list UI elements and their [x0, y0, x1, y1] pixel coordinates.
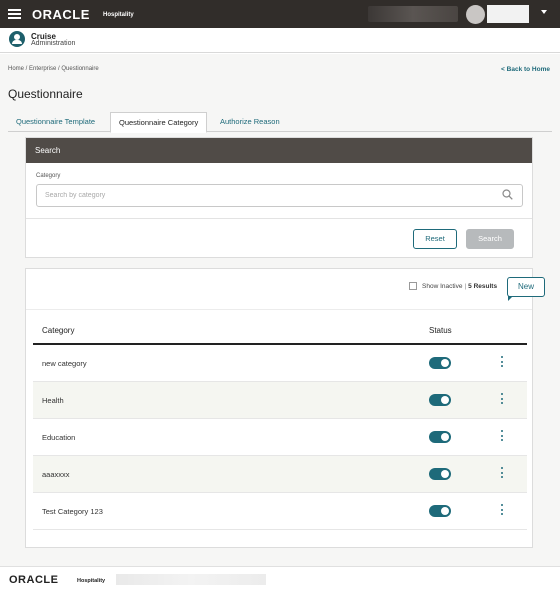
more-actions-icon[interactable]	[499, 356, 505, 370]
category-name: Test Category 123	[42, 507, 103, 516]
results-panel: Show Inactive | 5 Results New Category S…	[25, 268, 545, 548]
tab-questionnaire-template[interactable]: Questionnaire Template	[8, 112, 103, 132]
breadcrumb[interactable]: Home / Enterprise / Questionnaire	[8, 66, 99, 72]
table-header: Category Status	[33, 315, 527, 345]
user-icon	[9, 31, 25, 47]
column-header-status[interactable]: Status	[429, 326, 452, 335]
show-inactive-label[interactable]: Show Inactive	[422, 283, 462, 290]
footer: ORACLE Hospitality	[0, 566, 560, 591]
category-search-input[interactable]	[36, 184, 523, 207]
back-to-home-link[interactable]: < Back to Home	[501, 66, 550, 73]
tab-questionnaire-category[interactable]: Questionnaire Category	[110, 112, 208, 133]
search-button[interactable]: Search	[466, 229, 514, 249]
show-inactive-checkbox[interactable]	[409, 282, 417, 290]
category-name: new category	[42, 359, 87, 368]
status-toggle[interactable]	[429, 394, 451, 406]
chevron-down-icon[interactable]	[541, 10, 547, 14]
context-bar: Cruise Administration	[0, 28, 560, 53]
footer-logo-suffix: Hospitality	[77, 578, 106, 584]
status-toggle[interactable]	[429, 431, 451, 443]
page-content: Home / Enterprise / Questionnaire < Back…	[0, 54, 560, 566]
tab-authorize-reason[interactable]: Authorize Reason	[212, 112, 288, 132]
context-subtitle: Administration	[31, 40, 76, 47]
more-actions-icon[interactable]	[499, 504, 505, 518]
search-icon[interactable]	[502, 189, 513, 200]
table-row: Test Category 123	[33, 493, 527, 530]
category-name: aaaxxxx	[42, 470, 70, 479]
redacted-user-name[interactable]	[487, 5, 529, 23]
search-panel-title: Search	[26, 138, 532, 163]
status-toggle[interactable]	[429, 505, 451, 517]
redacted-area	[116, 574, 266, 585]
status-toggle[interactable]	[429, 468, 451, 480]
new-button[interactable]: New	[507, 277, 545, 301]
results-count: 5 Results	[468, 282, 498, 290]
hamburger-menu-icon[interactable]	[8, 9, 21, 19]
table-row: aaaxxxx	[33, 456, 527, 493]
column-header-category[interactable]: Category	[42, 326, 74, 335]
top-bar: ORACLE Hospitality	[0, 0, 560, 28]
more-actions-icon[interactable]	[499, 393, 505, 407]
user-avatar[interactable]	[466, 5, 485, 24]
more-actions-icon[interactable]	[499, 467, 505, 481]
show-inactive-control: Show Inactive | 5 Results	[409, 282, 497, 290]
category-field-label: Category	[36, 173, 61, 179]
oracle-logo: ORACLE	[32, 7, 90, 22]
separator: |	[464, 282, 467, 290]
page-title: Questionnaire	[8, 87, 83, 101]
status-toggle[interactable]	[429, 357, 451, 369]
reset-button[interactable]: Reset	[413, 229, 457, 249]
oracle-logo-suffix: Hospitality	[103, 12, 134, 18]
category-table: Category Status new category Health Educ…	[33, 315, 527, 530]
table-row: Education	[33, 419, 527, 456]
category-name: Health	[42, 396, 64, 405]
more-actions-icon[interactable]	[499, 430, 505, 444]
category-name: Education	[42, 433, 76, 442]
tab-bar: Questionnaire Template Questionnaire Cat…	[8, 112, 552, 133]
table-row: new category	[33, 345, 527, 382]
footer-oracle-logo: ORACLE	[9, 574, 59, 586]
divider	[26, 309, 532, 310]
table-row: Health	[33, 382, 527, 419]
divider	[26, 218, 532, 219]
search-panel: Search Category Reset Search	[25, 137, 533, 258]
redacted-area	[368, 6, 458, 22]
